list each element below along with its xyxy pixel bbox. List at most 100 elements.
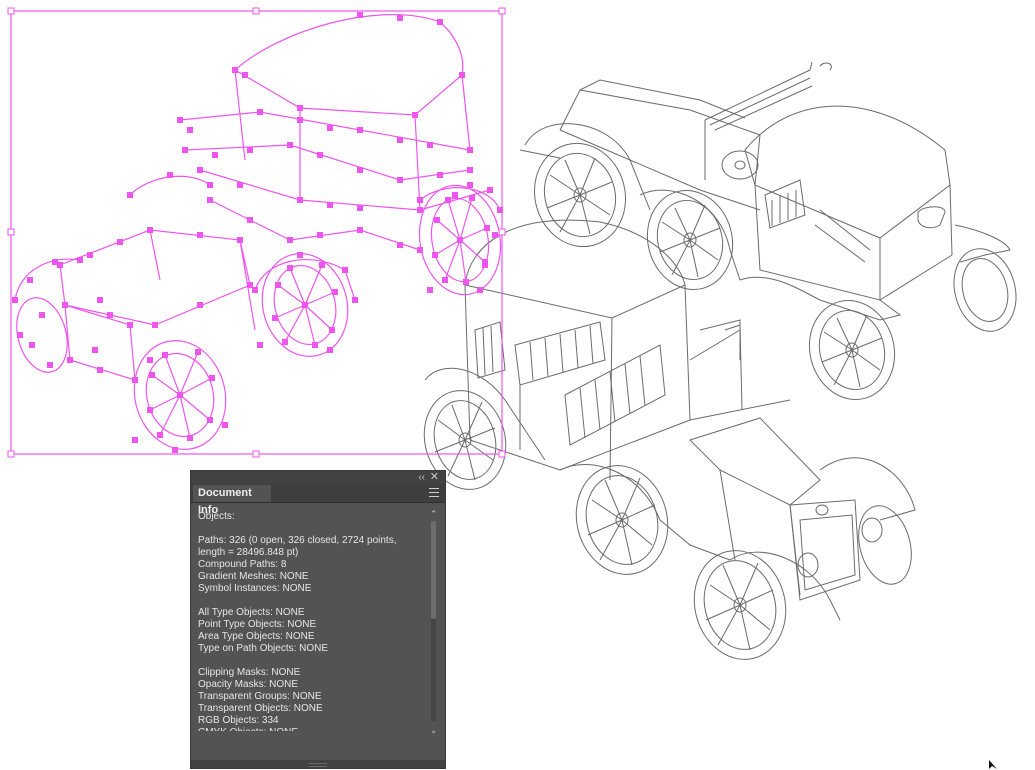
bounding-handle[interactable] — [498, 228, 506, 236]
scroll-up-icon[interactable]: ⌃ — [428, 509, 439, 519]
anchor-point[interactable] — [437, 19, 443, 25]
anchor-point[interactable] — [29, 342, 35, 348]
anchor-point[interactable] — [297, 117, 303, 123]
scroll-down-icon[interactable]: ⌄ — [428, 725, 439, 735]
anchor-point[interactable] — [327, 202, 333, 208]
anchor-point[interactable] — [427, 287, 433, 293]
anchor-point[interactable] — [212, 152, 218, 158]
anchor-point[interactable] — [187, 435, 193, 441]
bounding-handle[interactable] — [7, 7, 15, 15]
bounding-handle[interactable] — [252, 450, 260, 458]
bounding-handle[interactable] — [252, 7, 260, 15]
anchor-point[interactable] — [117, 239, 123, 245]
anchor-point[interactable] — [434, 217, 440, 223]
anchor-point[interactable] — [257, 109, 263, 115]
anchor-point[interactable] — [302, 302, 308, 308]
anchor-point[interactable] — [329, 327, 335, 333]
anchor-point[interactable] — [327, 125, 333, 131]
anchor-point[interactable] — [87, 252, 93, 258]
artboard-canvas[interactable] — [0, 0, 1035, 769]
bounding-handle[interactable] — [7, 228, 15, 236]
anchor-point[interactable] — [357, 12, 363, 18]
anchor-point[interactable] — [147, 227, 153, 233]
anchor-point[interactable] — [417, 197, 423, 203]
anchor-point[interactable] — [197, 232, 203, 238]
anchor-point[interactable] — [357, 127, 363, 133]
anchor-point[interactable] — [463, 279, 469, 285]
anchor-point[interactable] — [469, 195, 475, 201]
anchor-point[interactable] — [222, 422, 228, 428]
anchor-point[interactable] — [412, 112, 418, 118]
anchor-point[interactable] — [357, 227, 363, 233]
anchor-point[interactable] — [487, 187, 493, 193]
anchor-point[interactable] — [177, 392, 183, 398]
anchor-point[interactable] — [195, 349, 201, 355]
anchor-point[interactable] — [297, 252, 303, 258]
collapse-icon[interactable]: ‹‹ — [418, 471, 425, 484]
anchor-point[interactable] — [282, 339, 288, 345]
anchor-point[interactable] — [327, 347, 333, 353]
hamburger-icon[interactable] — [429, 488, 439, 497]
anchor-point[interactable] — [237, 237, 243, 243]
anchor-point[interactable] — [397, 137, 403, 143]
anchor-point[interactable] — [352, 297, 358, 303]
anchor-point[interactable] — [477, 287, 483, 293]
anchor-point[interactable] — [182, 147, 188, 153]
anchor-point[interactable] — [187, 127, 193, 133]
anchor-point[interactable] — [319, 262, 325, 268]
anchor-point[interactable] — [357, 167, 363, 173]
anchor-point[interactable] — [397, 177, 403, 183]
bounding-handle[interactable] — [498, 450, 506, 458]
anchor-point[interactable] — [417, 247, 423, 253]
anchor-point[interactable] — [177, 117, 183, 123]
anchor-point[interactable] — [62, 302, 68, 308]
anchor-point[interactable] — [287, 265, 293, 271]
anchor-point[interactable] — [97, 367, 103, 373]
anchor-point[interactable] — [207, 182, 213, 188]
anchor-point[interactable] — [417, 207, 423, 213]
anchor-point[interactable] — [47, 362, 53, 368]
anchor-point[interactable] — [342, 267, 348, 273]
anchor-point[interactable] — [162, 352, 168, 358]
anchor-point[interactable] — [52, 259, 58, 265]
panel-scrollbar[interactable]: ⌃ ⌄ — [428, 509, 439, 735]
anchor-point[interactable] — [427, 142, 433, 148]
anchor-point[interactable] — [152, 322, 158, 328]
panel-resize-bar[interactable] — [191, 760, 445, 768]
anchor-point[interactable] — [39, 312, 45, 318]
anchor-point[interactable] — [297, 105, 303, 111]
anchor-point[interactable] — [397, 15, 403, 21]
anchor-point[interactable] — [482, 259, 488, 265]
anchor-point[interactable] — [457, 237, 463, 243]
anchor-points[interactable] — [12, 12, 503, 453]
anchor-point[interactable] — [467, 147, 473, 153]
anchor-point[interactable] — [275, 282, 281, 288]
anchor-point[interactable] — [107, 312, 113, 318]
anchor-point[interactable] — [297, 197, 303, 203]
anchor-point[interactable] — [132, 437, 138, 443]
tab-document-info[interactable]: Document Info — [193, 485, 271, 516]
anchor-point[interactable] — [452, 192, 458, 198]
anchor-point[interactable] — [247, 217, 253, 223]
anchor-point[interactable] — [317, 152, 323, 158]
panel-title-bar[interactable]: ‹‹ ✕ — [191, 471, 445, 484]
anchor-point[interactable] — [432, 252, 438, 258]
anchor-point[interactable] — [272, 315, 278, 321]
anchor-point[interactable] — [312, 342, 318, 348]
anchor-point[interactable] — [287, 237, 293, 243]
anchor-point[interactable] — [492, 232, 498, 238]
anchor-point[interactable] — [467, 182, 473, 188]
anchor-point[interactable] — [252, 287, 258, 293]
anchor-point[interactable] — [147, 357, 153, 363]
anchor-point[interactable] — [197, 302, 203, 308]
anchor-point[interactable] — [467, 167, 473, 173]
anchor-point[interactable] — [497, 207, 503, 213]
anchor-point[interactable] — [237, 182, 243, 188]
close-icon[interactable]: ✕ — [430, 471, 439, 484]
bounding-box-handles[interactable] — [7, 7, 506, 458]
anchor-point[interactable] — [242, 72, 248, 78]
anchor-point[interactable] — [357, 205, 363, 211]
anchor-point[interactable] — [27, 277, 33, 283]
anchor-point[interactable] — [207, 417, 213, 423]
anchor-point[interactable] — [197, 167, 203, 173]
